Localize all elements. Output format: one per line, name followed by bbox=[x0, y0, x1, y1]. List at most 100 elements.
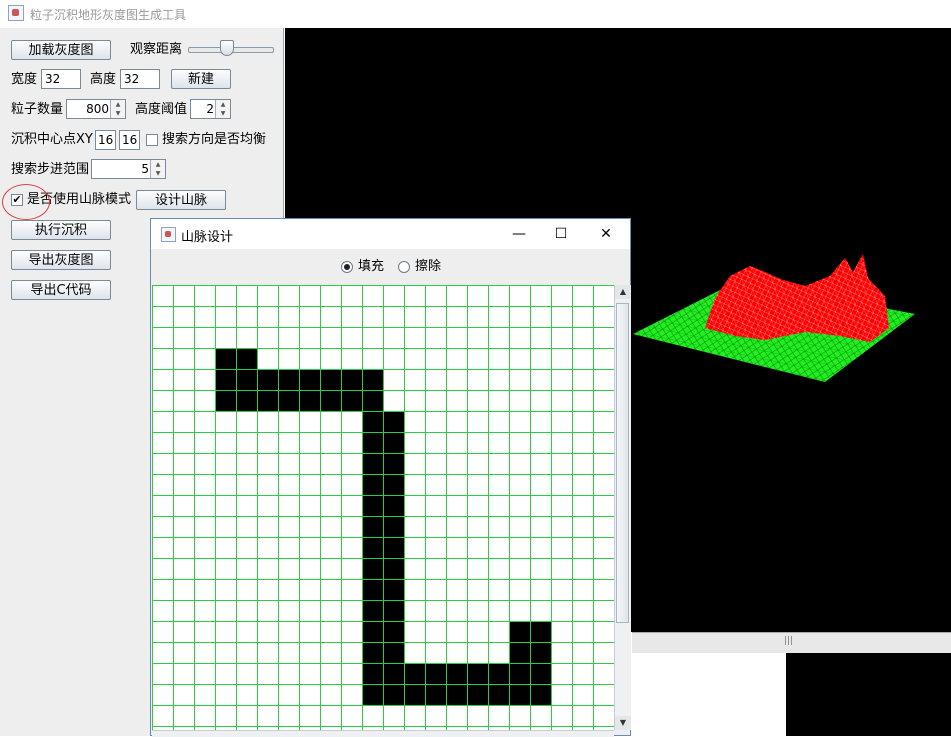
filled-cell[interactable] bbox=[299, 369, 320, 390]
filled-cell[interactable] bbox=[236, 348, 257, 369]
filled-cell[interactable] bbox=[236, 390, 257, 411]
filled-cell[interactable] bbox=[383, 663, 404, 684]
filled-cell[interactable] bbox=[362, 600, 383, 621]
filled-cell[interactable] bbox=[236, 369, 257, 390]
spinner-down-icon[interactable]: ▼ bbox=[151, 169, 165, 178]
filled-cell[interactable] bbox=[362, 432, 383, 453]
vertical-scroll-thumb[interactable] bbox=[616, 303, 629, 623]
spinner-up-icon[interactable]: ▲ bbox=[216, 100, 230, 109]
height-input[interactable]: 32 bbox=[120, 69, 160, 89]
filled-cell[interactable] bbox=[383, 432, 404, 453]
export-c-code-button[interactable]: 导出C代码 bbox=[11, 280, 111, 300]
filled-cell[interactable] bbox=[383, 558, 404, 579]
filled-cell[interactable] bbox=[341, 369, 362, 390]
filled-cell[interactable] bbox=[383, 642, 404, 663]
filled-cell[interactable] bbox=[362, 516, 383, 537]
filled-cell[interactable] bbox=[362, 537, 383, 558]
filled-cell[interactable] bbox=[383, 579, 404, 600]
filled-cell[interactable] bbox=[215, 369, 236, 390]
filled-cell[interactable] bbox=[362, 390, 383, 411]
filled-cell[interactable] bbox=[320, 390, 341, 411]
filled-cell[interactable] bbox=[383, 495, 404, 516]
filled-cell[interactable] bbox=[383, 600, 404, 621]
center-y-input[interactable]: 16 bbox=[119, 130, 140, 150]
height-threshold-spinner[interactable]: 2 ▲ ▼ bbox=[190, 99, 231, 119]
filled-cell[interactable] bbox=[362, 642, 383, 663]
design-mountain-button[interactable]: 设计山脉 bbox=[136, 190, 226, 210]
filled-cell[interactable] bbox=[530, 621, 551, 642]
filled-cell[interactable] bbox=[257, 390, 278, 411]
filled-cell[interactable] bbox=[215, 348, 236, 369]
filled-cell[interactable] bbox=[530, 684, 551, 705]
filled-cell[interactable] bbox=[362, 663, 383, 684]
filled-cell[interactable] bbox=[215, 390, 236, 411]
filled-cell[interactable] bbox=[362, 411, 383, 432]
filled-cell[interactable] bbox=[509, 642, 530, 663]
filled-cell[interactable] bbox=[278, 369, 299, 390]
view-distance-slider-thumb[interactable] bbox=[219, 40, 234, 56]
step-range-spinner[interactable]: 5 ▲ ▼ bbox=[91, 159, 166, 179]
filled-cell[interactable] bbox=[488, 663, 509, 684]
spinner-up-icon[interactable]: ▲ bbox=[111, 100, 125, 109]
filled-cell[interactable] bbox=[509, 621, 530, 642]
filled-cell[interactable] bbox=[383, 474, 404, 495]
spinner-up-icon[interactable]: ▲ bbox=[151, 160, 165, 169]
particle-count-spinner[interactable]: 800 ▲ ▼ bbox=[66, 99, 126, 119]
filled-cell[interactable] bbox=[320, 369, 341, 390]
filled-cell[interactable] bbox=[383, 516, 404, 537]
filled-cell[interactable] bbox=[362, 579, 383, 600]
spinner-down-icon[interactable]: ▼ bbox=[111, 109, 125, 118]
close-icon[interactable]: ✕ bbox=[592, 222, 620, 246]
grid-vertical-scrollbar[interactable]: ▲ ▼ bbox=[614, 285, 631, 730]
filled-cell[interactable] bbox=[341, 390, 362, 411]
balance-checkbox[interactable] bbox=[146, 134, 158, 146]
maximize-icon[interactable]: ☐ bbox=[547, 222, 575, 246]
filled-cell[interactable] bbox=[425, 684, 446, 705]
filled-cell[interactable] bbox=[530, 642, 551, 663]
filled-cell[interactable] bbox=[278, 390, 299, 411]
width-input[interactable]: 32 bbox=[41, 69, 81, 89]
filled-cell[interactable] bbox=[467, 684, 488, 705]
erase-radio[interactable] bbox=[398, 261, 410, 273]
filled-cell[interactable] bbox=[404, 663, 425, 684]
filled-cell[interactable] bbox=[362, 684, 383, 705]
viewport-horizontal-scrollbar[interactable]: ||| bbox=[632, 632, 951, 653]
filled-cell[interactable] bbox=[362, 621, 383, 642]
minimize-icon[interactable]: — bbox=[505, 222, 533, 246]
scroll-grip-icon[interactable]: ||| bbox=[784, 636, 796, 648]
filled-cell[interactable] bbox=[362, 558, 383, 579]
fill-radio[interactable] bbox=[341, 261, 353, 273]
filled-cell[interactable] bbox=[467, 663, 488, 684]
filled-cell[interactable] bbox=[446, 663, 467, 684]
filled-cell[interactable] bbox=[299, 390, 320, 411]
particle-count-arrows[interactable]: ▲ ▼ bbox=[110, 100, 125, 118]
scroll-up-icon[interactable]: ▲ bbox=[615, 285, 631, 299]
filled-cell[interactable] bbox=[362, 453, 383, 474]
filled-cell[interactable] bbox=[383, 684, 404, 705]
load-grayscale-button[interactable]: 加载灰度图 bbox=[11, 40, 111, 60]
filled-cell[interactable] bbox=[383, 621, 404, 642]
center-x-input[interactable]: 16 bbox=[95, 130, 116, 150]
filled-cell[interactable] bbox=[257, 369, 278, 390]
new-button[interactable]: 新建 bbox=[171, 69, 231, 89]
mountain-grid-canvas[interactable] bbox=[152, 285, 614, 730]
spinner-down-icon[interactable]: ▼ bbox=[216, 109, 230, 118]
filled-cell[interactable] bbox=[362, 474, 383, 495]
filled-cell[interactable] bbox=[383, 537, 404, 558]
filled-cell[interactable] bbox=[488, 684, 509, 705]
mountain-grid[interactable] bbox=[152, 285, 614, 730]
filled-cell[interactable] bbox=[362, 369, 383, 390]
filled-cell[interactable] bbox=[509, 663, 530, 684]
filled-cell[interactable] bbox=[446, 684, 467, 705]
filled-cell[interactable] bbox=[383, 411, 404, 432]
filled-cell[interactable] bbox=[530, 663, 551, 684]
filled-cell[interactable] bbox=[509, 684, 530, 705]
step-range-arrows[interactable]: ▲ ▼ bbox=[150, 160, 165, 178]
filled-cell[interactable] bbox=[425, 663, 446, 684]
scroll-down-icon[interactable]: ▼ bbox=[615, 716, 631, 730]
filled-cell[interactable] bbox=[404, 684, 425, 705]
height-threshold-arrows[interactable]: ▲ ▼ bbox=[215, 100, 230, 118]
execute-deposition-button[interactable]: 执行沉积 bbox=[11, 220, 111, 240]
export-grayscale-button[interactable]: 导出灰度图 bbox=[11, 250, 111, 270]
filled-cell[interactable] bbox=[362, 495, 383, 516]
